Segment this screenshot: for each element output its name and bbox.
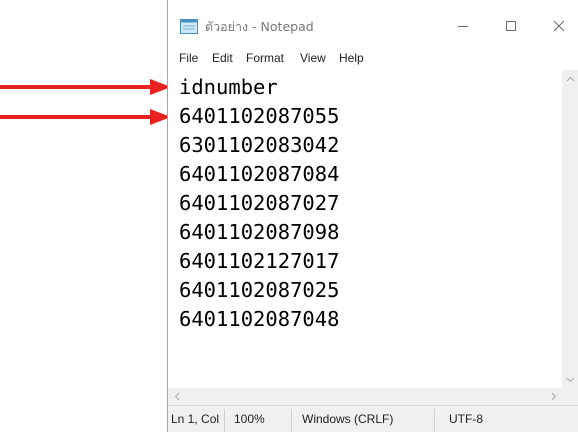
editor-line-7: 6401102127017: [179, 249, 340, 273]
editor-line-9: 6401102087048: [179, 307, 340, 331]
editor-line-4: 6401102087084: [179, 162, 340, 186]
vertical-scrollbar[interactable]: [562, 70, 578, 388]
notepad-window: ตัวอย่าง - Notepad File Edit Format View…: [167, 0, 578, 432]
minimize-icon: [458, 26, 468, 27]
editor-line-5: 6401102087027: [179, 191, 340, 215]
scrollbar-corner: [562, 388, 578, 405]
editor-line-8: 6401102087025: [179, 278, 340, 302]
chevron-down-icon: [566, 377, 575, 382]
menu-format[interactable]: Format: [246, 51, 284, 65]
chevron-left-icon: [174, 392, 179, 401]
title-bar[interactable]: ตัวอย่าง - Notepad: [168, 0, 578, 44]
close-icon: [553, 20, 565, 32]
menu-bar: File Edit Format View Help: [168, 44, 578, 70]
chevron-right-icon: [551, 392, 556, 401]
scroll-left-button[interactable]: [168, 388, 185, 405]
status-divider: [291, 409, 292, 432]
minimize-button[interactable]: [443, 12, 483, 40]
status-zoom: 100%: [234, 412, 265, 426]
status-bar: Ln 1, Col 1 100% Windows (CRLF) UTF-8: [168, 405, 578, 432]
annotation-arrow-header: [0, 79, 171, 95]
scroll-up-button[interactable]: [562, 70, 578, 87]
maximize-icon: [506, 21, 516, 31]
status-divider: [434, 409, 435, 432]
chevron-up-icon: [566, 76, 575, 81]
status-line-ending: Windows (CRLF): [302, 412, 394, 426]
maximize-button[interactable]: [491, 12, 531, 40]
menu-file[interactable]: File: [179, 51, 198, 65]
close-button[interactable]: [539, 12, 578, 40]
window-title: ตัวอย่าง - Notepad: [205, 19, 314, 34]
menu-view[interactable]: View: [300, 51, 326, 65]
editor-line-1: idnumber: [179, 75, 278, 99]
text-editor[interactable]: idnumber 6401102087055 6301102083042 640…: [168, 70, 562, 388]
editor-line-3: 6301102083042: [179, 133, 340, 157]
status-cursor-position: Ln 1, Col 1: [171, 412, 221, 426]
editor-line-6: 6401102087098: [179, 220, 340, 244]
menu-help[interactable]: Help: [339, 51, 364, 65]
editor-line-2: 6401102087055: [179, 104, 340, 128]
menu-edit[interactable]: Edit: [212, 51, 233, 65]
notepad-icon: [180, 19, 198, 34]
scroll-down-button[interactable]: [562, 371, 578, 388]
annotation-arrow-first-id: [0, 109, 171, 125]
status-divider: [224, 409, 225, 432]
scroll-right-button[interactable]: [545, 388, 562, 405]
horizontal-scrollbar[interactable]: [168, 388, 562, 405]
status-encoding: UTF-8: [449, 412, 483, 426]
